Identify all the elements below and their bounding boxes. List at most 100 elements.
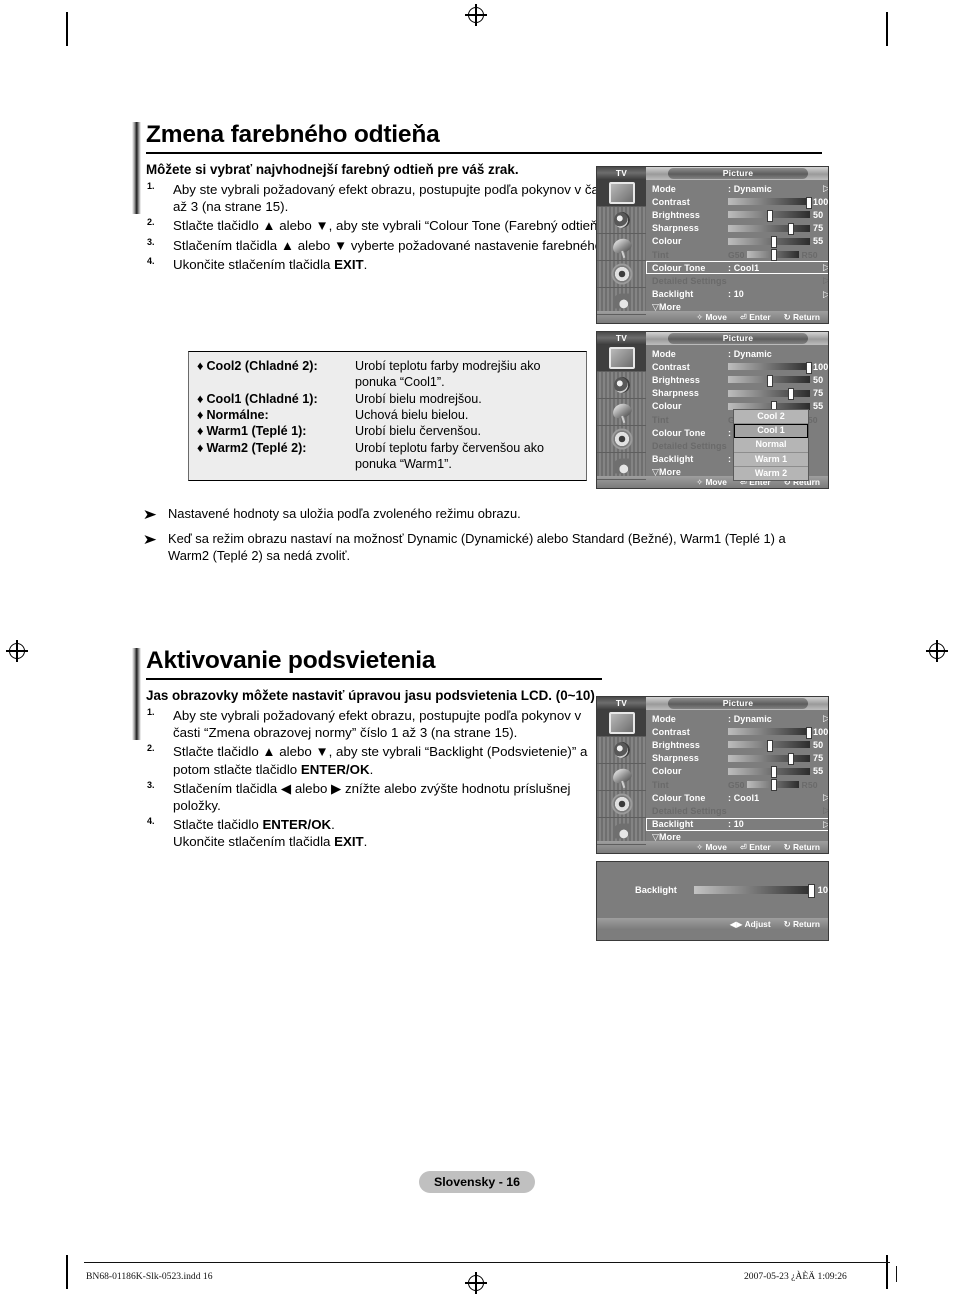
- osd-menu-row[interactable]: Colour 55: [646, 235, 828, 249]
- dropdown-option[interactable]: Normal: [734, 438, 808, 453]
- osd-slider-track[interactable]: [728, 361, 812, 374]
- osd-slider-value: 100: [813, 726, 829, 737]
- osd-slider-handle[interactable]: [787, 223, 794, 236]
- dropdown-option[interactable]: Warm 2: [734, 467, 808, 480]
- rail-item-picture[interactable]: [597, 180, 646, 207]
- osd-slider-handle[interactable]: [767, 209, 774, 222]
- rail-item-setup[interactable]: [597, 261, 646, 288]
- osd-menu-row[interactable]: Brightness 50: [646, 738, 828, 752]
- rail-item-input-3[interactable]: [597, 818, 646, 845]
- osd-slider-track[interactable]: [728, 753, 810, 766]
- rail-item-channel-3[interactable]: [597, 764, 646, 791]
- osd-more-label[interactable]: ▽More: [652, 467, 681, 478]
- osd-more-label[interactable]: ▽More: [652, 832, 681, 843]
- osd-menu-row[interactable]: Mode: Dynamic: [646, 347, 828, 360]
- colour-tone-dropdown[interactable]: Cool 2 Cool 1 Normal Warm 1 Warm 2: [733, 409, 809, 481]
- osd-menu-row[interactable]: Sharpness 75: [646, 222, 828, 236]
- osd-panel-backlight[interactable]: TV Picture Mode: Dynamic▷Contrast100Brig…: [596, 696, 829, 854]
- osd-menu-row[interactable]: Mode: Dynamic ▷: [646, 182, 828, 195]
- osd-slider-track[interactable]: [728, 374, 810, 387]
- osd-menu-row[interactable]: Mode: Dynamic ▷: [646, 712, 828, 725]
- osd-menu-row[interactable]: Colour Tone: Cool1 ▷: [646, 791, 828, 804]
- osd-slider-track[interactable]: [728, 209, 810, 222]
- backlight-slider-row[interactable]: Backlight 10: [597, 862, 828, 918]
- osd-menu-row[interactable]: Brightness 50: [646, 373, 828, 387]
- osd-tint-handle[interactable]: [770, 249, 777, 262]
- osd-menu-row[interactable]: Colour 55: [646, 765, 828, 779]
- osd-tint-track[interactable]: [746, 249, 799, 262]
- osd-tint-control[interactable]: G50 R50: [728, 249, 818, 262]
- osd-slider-handle[interactable]: [805, 361, 812, 374]
- osd-slider-handle[interactable]: [767, 374, 774, 387]
- osd-menu-row[interactable]: Contrast 100: [646, 195, 828, 209]
- osd-menu-row[interactable]: Detailed Settings ▷: [646, 274, 828, 287]
- osd-slider-track[interactable]: [728, 739, 810, 752]
- backlight-slider-handle[interactable]: [807, 884, 815, 898]
- osd-slider-track[interactable]: [728, 388, 810, 401]
- chevron-right-icon[interactable]: ▷: [823, 184, 828, 193]
- osd-panel-colour-tone-dropdown[interactable]: TV Picture Mode: Dynamic Contrast 100 Brigh…: [596, 331, 829, 489]
- osd-menu-list-3[interactable]: Mode: Dynamic ▷ Contrast 100 Brightness 50 Sha…: [646, 710, 829, 844]
- rail-item-channel-2[interactable]: [597, 399, 646, 426]
- osd-tint-control[interactable]: G50 R50: [728, 779, 818, 792]
- osd-icon-rail-2[interactable]: [597, 345, 646, 480]
- rail-item-input-2[interactable]: [597, 453, 646, 480]
- osd-slider-handle[interactable]: [771, 766, 778, 779]
- osd-slider-handle[interactable]: [787, 388, 794, 401]
- osd-slider-handle[interactable]: [787, 753, 794, 766]
- rail-item-sound[interactable]: [597, 207, 646, 234]
- osd-icon-rail-1[interactable]: [597, 180, 646, 315]
- chevron-right-icon[interactable]: ▷: [823, 263, 828, 272]
- rail-item-input[interactable]: [597, 288, 646, 315]
- chevron-right-icon[interactable]: ▷: [823, 289, 828, 299]
- osd-slider-track[interactable]: [728, 766, 810, 779]
- osd-menu-row[interactable]: Tint G50 R50: [646, 778, 828, 792]
- osd-menu-row[interactable]: Sharpness 75: [646, 387, 828, 401]
- osd-panel-colour-tone[interactable]: TV Picture Mode: Dynamic▷Contrast100Brig…: [596, 166, 829, 324]
- rail-item-setup-3[interactable]: [597, 791, 646, 818]
- osd-slider-track[interactable]: [728, 236, 810, 249]
- osd-icon-rail-3[interactable]: [597, 710, 646, 845]
- chevron-right-icon[interactable]: ▷: [823, 806, 828, 815]
- chevron-right-icon[interactable]: ▷: [823, 793, 828, 802]
- osd-slider-handle[interactable]: [767, 739, 774, 752]
- osd-menu-row[interactable]: ▽More: [646, 831, 828, 844]
- osd-menu-row[interactable]: Sharpness 75: [646, 752, 828, 766]
- rail-item-sound-3[interactable]: [597, 737, 646, 764]
- osd-menu-row[interactable]: Colour Tone: Cool1 ▷: [646, 261, 828, 275]
- osd-slider-handle[interactable]: [805, 726, 812, 739]
- dropdown-option[interactable]: Cool 2: [734, 410, 808, 425]
- backlight-slider-panel[interactable]: Backlight 10 ◀▶ Adjust ↻ Return: [596, 861, 829, 941]
- rail-item-sound-2[interactable]: [597, 372, 646, 399]
- osd-slider-handle[interactable]: [771, 236, 778, 249]
- osd-tint-handle[interactable]: [770, 779, 777, 792]
- osd-slider-track[interactable]: [728, 726, 812, 739]
- osd-menu-row[interactable]: Contrast 100: [646, 725, 829, 739]
- osd-tint-track[interactable]: [746, 779, 799, 792]
- chevron-right-icon[interactable]: ▷: [823, 276, 828, 285]
- step-item: 3. Stlačením tlačidla ◀ alebo ▶ znížte al…: [146, 780, 602, 814]
- osd-menu-row[interactable]: Contrast 100: [646, 360, 828, 374]
- backlight-slider-track[interactable]: [694, 884, 815, 898]
- note-item: ➤ Nastavené hodnoty sa uložia podľa zvole…: [143, 506, 822, 523]
- osd-menu-row[interactable]: Backlight: 10 ▷: [646, 288, 828, 301]
- osd-menu-row[interactable]: Brightness 50: [646, 208, 828, 222]
- chevron-right-icon[interactable]: ▷: [823, 819, 828, 829]
- osd-menu-row[interactable]: Backlight: 10 ▷: [646, 817, 828, 831]
- dropdown-option[interactable]: Cool 1: [734, 424, 808, 439]
- rail-item-setup-2[interactable]: [597, 426, 646, 453]
- osd-more-label[interactable]: ▽More: [652, 302, 681, 313]
- osd-menu-list-1[interactable]: Mode: Dynamic ▷ Contrast 100 Brightness 50 Sha…: [646, 180, 828, 314]
- rail-item-channel[interactable]: [597, 234, 646, 261]
- dropdown-option[interactable]: Warm 1: [734, 453, 808, 467]
- osd-slider-handle[interactable]: [805, 196, 812, 209]
- osd-slider-track[interactable]: [728, 223, 810, 236]
- osd-slider-track[interactable]: [728, 196, 812, 209]
- rail-item-picture-3[interactable]: [597, 710, 646, 737]
- rail-item-picture-2[interactable]: [597, 345, 646, 372]
- chevron-right-icon[interactable]: ▷: [823, 714, 828, 723]
- osd-menu-row[interactable]: Detailed Settings ▷: [646, 804, 828, 817]
- osd-menu-row[interactable]: ▽More: [646, 301, 828, 314]
- osd-tint-left: G50: [728, 249, 745, 260]
- osd-menu-row[interactable]: Tint G50 R50: [646, 248, 828, 262]
